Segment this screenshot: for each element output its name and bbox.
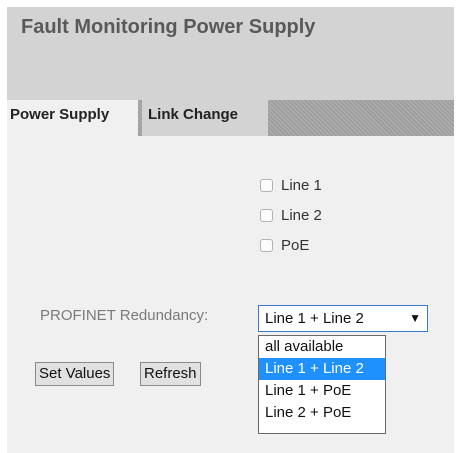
- title-bar: Fault Monitoring Power Supply: [7, 7, 454, 100]
- redundancy-dropdown-list: all available Line 1 + Line 2 Line 1 + P…: [258, 335, 386, 434]
- tab-strip: Power Supply Link Change: [7, 100, 454, 136]
- option-line1-line2[interactable]: Line 1 + Line 2: [259, 358, 385, 380]
- tab-link-change[interactable]: Link Change: [142, 100, 268, 136]
- profinet-redundancy-select[interactable]: Line 1 + Line 2 ▼: [258, 305, 428, 332]
- checkbox-row-poe: PoE: [260, 236, 309, 254]
- line-2-checkbox[interactable]: [260, 208, 273, 222]
- refresh-button[interactable]: Refresh: [140, 362, 201, 386]
- select-current-value: Line 1 + Line 2: [265, 310, 364, 327]
- option-all-available[interactable]: all available: [259, 336, 385, 358]
- line-2-label: Line 2: [281, 206, 322, 224]
- checkbox-row-line-1: Line 1: [260, 176, 322, 194]
- poe-label: PoE: [281, 236, 310, 254]
- dropdown-arrow-icon: ▼: [409, 311, 421, 325]
- page-title: Fault Monitoring Power Supply: [21, 16, 316, 38]
- set-values-button[interactable]: Set Values: [35, 362, 115, 386]
- line-1-label: Line 1: [281, 176, 322, 194]
- content-panel: Fault Monitoring Power Supply Power Supp…: [7, 7, 454, 453]
- poe-checkbox[interactable]: [260, 238, 273, 252]
- checkbox-row-line-2: Line 2: [260, 206, 322, 224]
- tab-power-supply[interactable]: Power Supply: [7, 100, 138, 136]
- line-1-checkbox[interactable]: [260, 178, 273, 192]
- option-line2-poe[interactable]: Line 2 + PoE: [259, 402, 385, 424]
- option-line1-poe[interactable]: Line 1 + PoE: [259, 380, 385, 402]
- profinet-redundancy-label: PROFINET Redundancy:: [40, 307, 209, 324]
